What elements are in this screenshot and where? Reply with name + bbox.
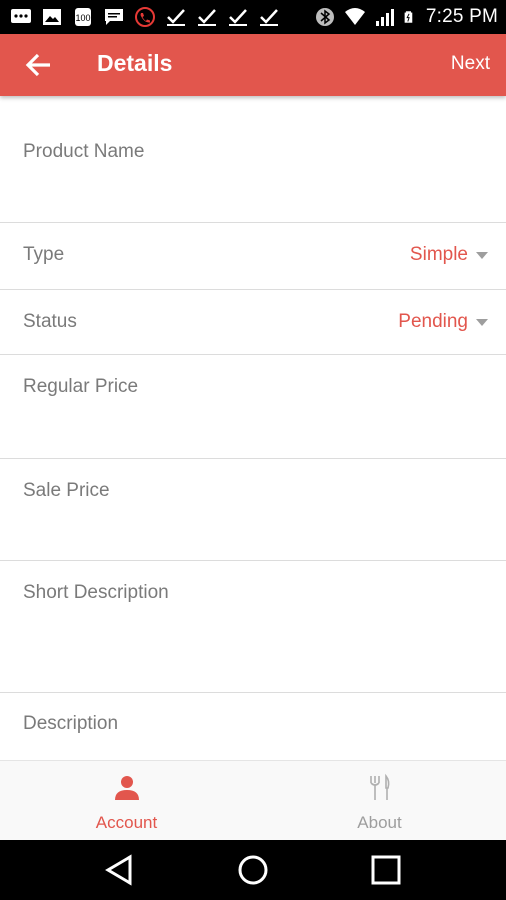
regular-price-label: Regular Price — [23, 376, 139, 397]
next-button[interactable]: Next — [451, 53, 490, 75]
sale-price-field[interactable]: Sale Price — [0, 459, 506, 561]
check-icon — [198, 9, 216, 26]
nav-account-label: Account — [95, 813, 158, 832]
clock: 7:25 PM — [425, 6, 498, 27]
type-select[interactable]: Type Simple — [0, 223, 506, 290]
status-select[interactable]: Status Pending — [0, 290, 506, 355]
system-navigation-bar — [0, 840, 506, 900]
system-icons: 7:25 PM — [314, 6, 498, 28]
svg-text:100: 100 — [75, 13, 90, 23]
status-dropdown[interactable]: Pending — [398, 311, 488, 333]
type-dropdown[interactable]: Simple — [410, 244, 488, 266]
check-icon — [260, 9, 278, 26]
back-arrow-icon[interactable] — [20, 47, 56, 83]
product-name-label: Product Name — [23, 141, 145, 162]
status-label: Status — [23, 311, 77, 332]
app-bar: Details Next — [0, 34, 506, 96]
status-bar: 100 7:25 PM — [0, 0, 506, 34]
product-name-field[interactable]: Product Name — [0, 96, 506, 223]
app-icon: 100 — [75, 8, 91, 26]
image-icon — [43, 9, 61, 25]
description-label: Description — [23, 713, 119, 734]
bottom-navigation: Account About — [0, 760, 506, 840]
type-value: Simple — [409, 244, 468, 265]
check-icon — [167, 9, 185, 26]
bluetooth-icon — [315, 8, 334, 26]
regular-price-field[interactable]: Regular Price — [0, 355, 506, 459]
nav-account[interactable]: Account — [0, 761, 253, 841]
battery-icon — [404, 11, 413, 23]
wifi-icon — [344, 8, 365, 25]
nav-about-label: About — [357, 813, 402, 832]
message-icon — [11, 9, 31, 23]
notification-icons: 100 — [10, 6, 280, 28]
message-icon — [105, 9, 123, 25]
description-field[interactable]: Description — [0, 693, 506, 760]
signal-icon — [375, 9, 394, 26]
back-triangle-icon[interactable] — [102, 852, 138, 888]
type-label: Type — [23, 244, 65, 265]
page-title: Details — [97, 50, 173, 76]
sale-price-label: Sale Price — [23, 480, 110, 501]
nav-about[interactable]: About — [253, 761, 506, 841]
dropdown-caret-icon — [476, 318, 488, 326]
short-description-field[interactable]: Short Description — [0, 561, 506, 693]
status-value: Pending — [398, 311, 468, 332]
check-icon — [229, 9, 247, 26]
dropdown-caret-icon — [476, 251, 488, 259]
call-icon — [135, 7, 155, 27]
short-description-label: Short Description — [23, 582, 169, 603]
restaurant-icon — [369, 773, 389, 800]
home-circle-icon[interactable] — [235, 852, 271, 888]
recents-square-icon[interactable] — [368, 852, 404, 888]
person-icon — [114, 776, 139, 800]
product-details-form: Product Name Type Simple Status Pending … — [0, 96, 506, 760]
